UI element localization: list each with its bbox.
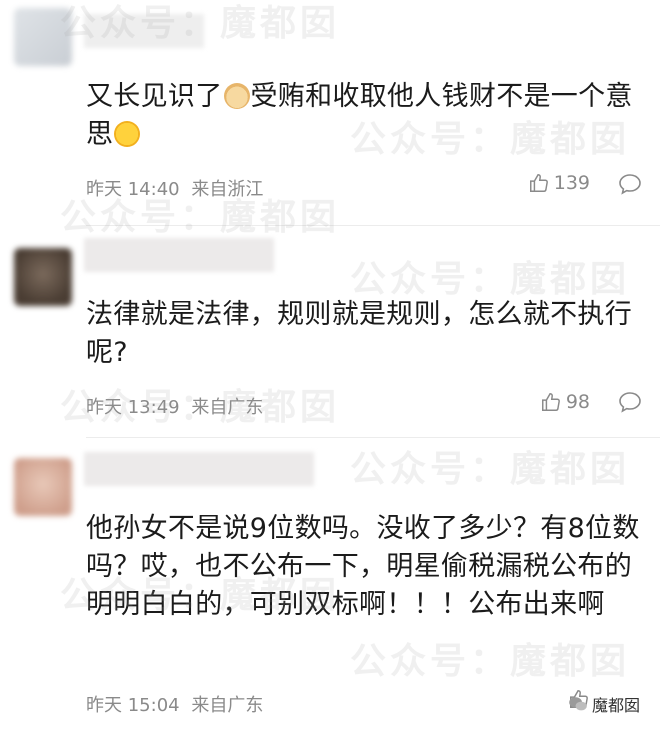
- timestamp: 昨天 14:40: [86, 179, 180, 200]
- avatar[interactable]: [14, 248, 72, 306]
- comment-text: 他孙女不是说9位数吗。没收了多少？有8位数吗？哎，也不公布一下，明星偷税漏税公布…: [86, 513, 640, 620]
- doge-emoji-icon: [223, 83, 250, 109]
- like-button[interactable]: 139: [528, 172, 590, 194]
- username-blurred[interactable]: [84, 452, 314, 486]
- brand-badge: 魔都囡: [568, 692, 640, 716]
- brand-name: 魔都囡: [591, 696, 640, 715]
- username-blurred[interactable]: [84, 238, 274, 272]
- like-count: 98: [565, 391, 590, 413]
- comment-meta: 昨天 15:04 来自广东: [86, 691, 263, 717]
- comment-meta: 昨天 14:40 来自浙江: [86, 175, 263, 201]
- wechat-icon: [569, 697, 587, 711]
- comment-bubble-icon[interactable]: [618, 391, 642, 413]
- comment-text: 法律就是法律，规则就是规则，怎么就不执行呢?: [86, 299, 632, 368]
- thumbs-up-icon: [529, 174, 548, 192]
- username-blurred[interactable]: [84, 14, 204, 48]
- location: 来自浙江: [191, 179, 264, 200]
- location: 来自广东: [191, 397, 264, 418]
- comment-meta: 昨天 13:49 来自广东: [86, 393, 263, 419]
- location: 来自广东: [191, 695, 264, 716]
- comment-text: 又长见识了 受贿和收取他人钱财不是一个意思: [86, 81, 633, 150]
- avatar[interactable]: [14, 458, 72, 516]
- comment-bubble-icon[interactable]: [618, 173, 642, 195]
- timestamp: 昨天 13:49: [86, 397, 180, 418]
- thumbs-up-icon: [541, 393, 560, 411]
- like-count: 139: [553, 172, 590, 194]
- comment-2: 法律就是法律，规则就是规则，怎么就不执行呢? 昨天 13:49 来自广东 98: [0, 228, 660, 438]
- comment-3: 他孙女不是说9位数吗。没收了多少？有8位数吗？哎，也不公布一下，明星偷税漏税公布…: [0, 438, 660, 734]
- laugh-cry-emoji-icon: [114, 121, 141, 147]
- divider: [86, 225, 660, 226]
- like-button[interactable]: 98: [540, 391, 590, 413]
- comment-1: 又长见识了 受贿和收取他人钱财不是一个意思 昨天 14:40 来自浙江 139: [0, 0, 660, 228]
- timestamp: 昨天 15:04: [86, 695, 180, 716]
- avatar[interactable]: [14, 8, 72, 66]
